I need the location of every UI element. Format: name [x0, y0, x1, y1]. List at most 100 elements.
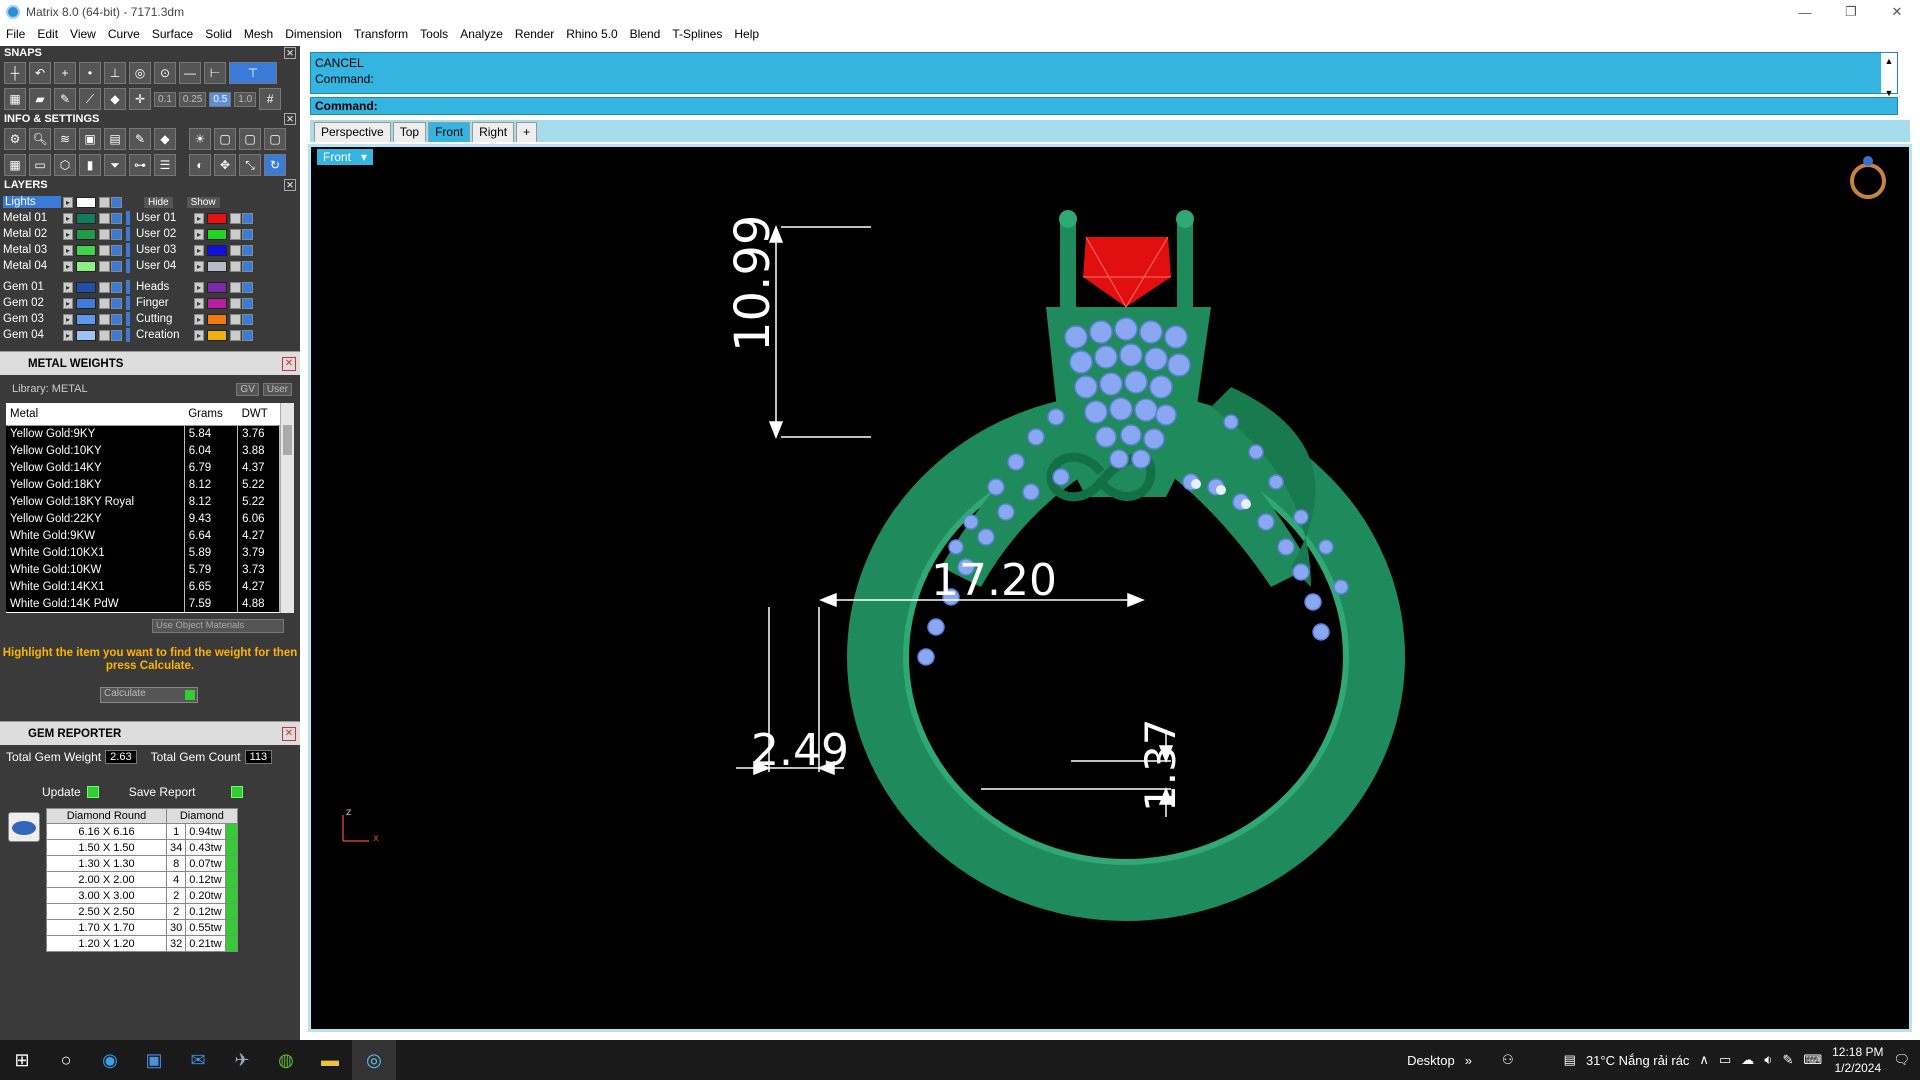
grid-snap-icon[interactable]: # — [259, 88, 282, 110]
arrow-icon[interactable]: ▸ — [194, 228, 204, 240]
layer-color[interactable] — [76, 297, 96, 309]
arrow-icon[interactable]: ▸ — [63, 297, 73, 309]
layer-name[interactable]: Gem 02 — [3, 297, 61, 309]
table-row[interactable]: 1.70 X 1.70 30 0.55tw — [46, 919, 238, 936]
search-icon[interactable]: ○ — [44, 1040, 88, 1080]
visible-toggle[interactable] — [242, 212, 253, 224]
lock-toggle[interactable] — [99, 260, 110, 272]
snap-perp-icon[interactable]: ⊥ — [104, 62, 126, 84]
arrow-icon[interactable]: ▸ — [63, 212, 73, 224]
go-icon[interactable] — [224, 887, 238, 904]
pencil-icon[interactable]: ✎ — [54, 88, 76, 110]
search-icon[interactable]: 🔍︎ — [29, 128, 51, 150]
go-icon[interactable] — [224, 919, 238, 936]
layer-color[interactable] — [207, 212, 227, 224]
arrow-icon[interactable]: ▸ — [194, 212, 204, 224]
scale-icon[interactable]: ⤡ — [239, 154, 261, 176]
edit-icon[interactable]: ✎ — [129, 128, 151, 150]
col-grams[interactable]: Grams — [184, 403, 238, 426]
arrow-icon[interactable]: ▸ — [63, 196, 73, 208]
layer-color[interactable] — [76, 260, 96, 272]
go-icon[interactable] — [224, 823, 238, 840]
layer-color[interactable] — [207, 260, 227, 272]
use-object-materials[interactable]: Use Object Materials — [152, 619, 284, 633]
gv-toggle[interactable]: GV — [236, 382, 259, 396]
settings-icon[interactable]: ⚙ — [4, 128, 26, 150]
visible-toggle[interactable] — [111, 329, 122, 341]
volume-icon[interactable]: 🔉︎ — [1764, 1052, 1772, 1068]
calculate-button[interactable]: Calculate — [100, 687, 198, 703]
swatch[interactable] — [76, 196, 96, 208]
snap-end-icon[interactable]: + — [54, 62, 76, 84]
front-viewport[interactable]: Front ▾ 10.99 17.20 2.49 1.37 z x — [308, 144, 1912, 1032]
close-icon[interactable]: ✕ — [282, 726, 296, 741]
menu-analyze[interactable]: Analyze — [460, 27, 503, 41]
user-toggle[interactable]: User — [262, 382, 292, 396]
layer-name[interactable]: Gem 04 — [3, 329, 61, 341]
arrow-icon[interactable]: ▸ — [194, 313, 204, 325]
arrow-icon[interactable]: ▸ — [194, 244, 204, 256]
menu-blend[interactable]: Blend — [630, 27, 661, 41]
menu-solid[interactable]: Solid — [205, 27, 232, 41]
rotate-icon[interactable]: ↻ — [264, 154, 286, 176]
layer-name[interactable]: Heads — [136, 281, 192, 293]
snap-tan-icon[interactable]: ⊢ — [204, 62, 226, 84]
view2-icon[interactable]: ▢ — [239, 128, 261, 150]
notification-icon[interactable]: 🗨︎ — [1893, 1052, 1910, 1068]
visible-toggle[interactable] — [242, 244, 253, 256]
view1-icon[interactable]: ▢ — [214, 128, 236, 150]
arrow-icon[interactable]: ▸ — [63, 329, 73, 341]
layer-name[interactable]: User 03 — [136, 244, 192, 256]
visible-toggle[interactable] — [111, 260, 122, 272]
network-icon[interactable]: ▭ — [1719, 1052, 1731, 1068]
table-row[interactable]: White Gold:10KW 5.79 3.73 — [6, 561, 280, 578]
people-icon[interactable]: ⚇ — [1502, 1052, 1514, 1068]
hide-button[interactable]: Hide — [144, 196, 173, 208]
store-icon[interactable]: ▣ — [132, 1040, 176, 1080]
menu-view[interactable]: View — [70, 27, 96, 41]
layer-name[interactable]: Cutting — [136, 313, 192, 325]
close-icon[interactable]: ✕ — [284, 113, 296, 125]
table-row[interactable]: 6.16 X 6.16 1 0.94tw — [46, 823, 238, 840]
layer-name[interactable]: Gem 01 — [3, 281, 61, 293]
weather-label[interactable]: 31°C Nắng rải rác — [1586, 1053, 1689, 1068]
update-button[interactable]: Update — [42, 785, 99, 799]
desktop-label[interactable]: Desktop — [1407, 1053, 1455, 1068]
save-report-button[interactable]: Save Report — [129, 785, 244, 799]
table-row[interactable]: Yellow Gold:22KY 9.43 6.06 — [6, 510, 280, 527]
layer-name[interactable]: User 01 — [136, 212, 192, 224]
layer-color[interactable] — [207, 228, 227, 240]
view3-icon[interactable]: ▢ — [264, 128, 286, 150]
table-row[interactable]: 1.50 X 1.50 34 0.43tw — [46, 839, 238, 856]
layer-name[interactable]: User 02 — [136, 228, 192, 240]
arrow-icon[interactable]: ▸ — [194, 329, 204, 341]
visible-toggle[interactable] — [111, 313, 122, 325]
tolerance-0.1[interactable]: 0.1 — [154, 91, 176, 107]
go-icon[interactable] — [224, 903, 238, 920]
lock-toggle[interactable] — [230, 244, 241, 256]
cylinder-icon[interactable]: ▮ — [79, 154, 101, 176]
visible-toggle[interactable] — [111, 196, 122, 208]
layer-name[interactable]: Metal 03 — [3, 244, 61, 256]
visible-toggle[interactable] — [242, 297, 253, 309]
visible-toggle[interactable] — [242, 329, 253, 341]
col-metal[interactable]: Metal — [6, 403, 185, 426]
snap-curve-icon[interactable]: ↶ — [29, 62, 51, 84]
close-button[interactable]: ✕ — [1874, 0, 1920, 24]
metal-scrollbar[interactable] — [280, 403, 294, 613]
lock-toggle[interactable] — [230, 313, 241, 325]
lock-toggle[interactable] — [230, 212, 241, 224]
visible-toggle[interactable] — [242, 313, 253, 325]
layer-color[interactable] — [76, 228, 96, 240]
plane-icon[interactable]: ▰ — [29, 88, 51, 110]
layer-name[interactable]: Metal 04 — [3, 260, 61, 272]
list-icon[interactable]: ☰ — [154, 154, 176, 176]
layer-color[interactable] — [76, 281, 96, 293]
menu-tools[interactable]: Tools — [420, 27, 448, 41]
visible-toggle[interactable] — [242, 228, 253, 240]
lock-toggle[interactable] — [230, 281, 241, 293]
layer-color[interactable] — [76, 244, 96, 256]
arrow-icon[interactable]: ▸ — [194, 260, 204, 272]
layer-name[interactable]: User 04 — [136, 260, 192, 272]
snap-ortho-icon[interactable]: ⊤ — [229, 62, 277, 84]
